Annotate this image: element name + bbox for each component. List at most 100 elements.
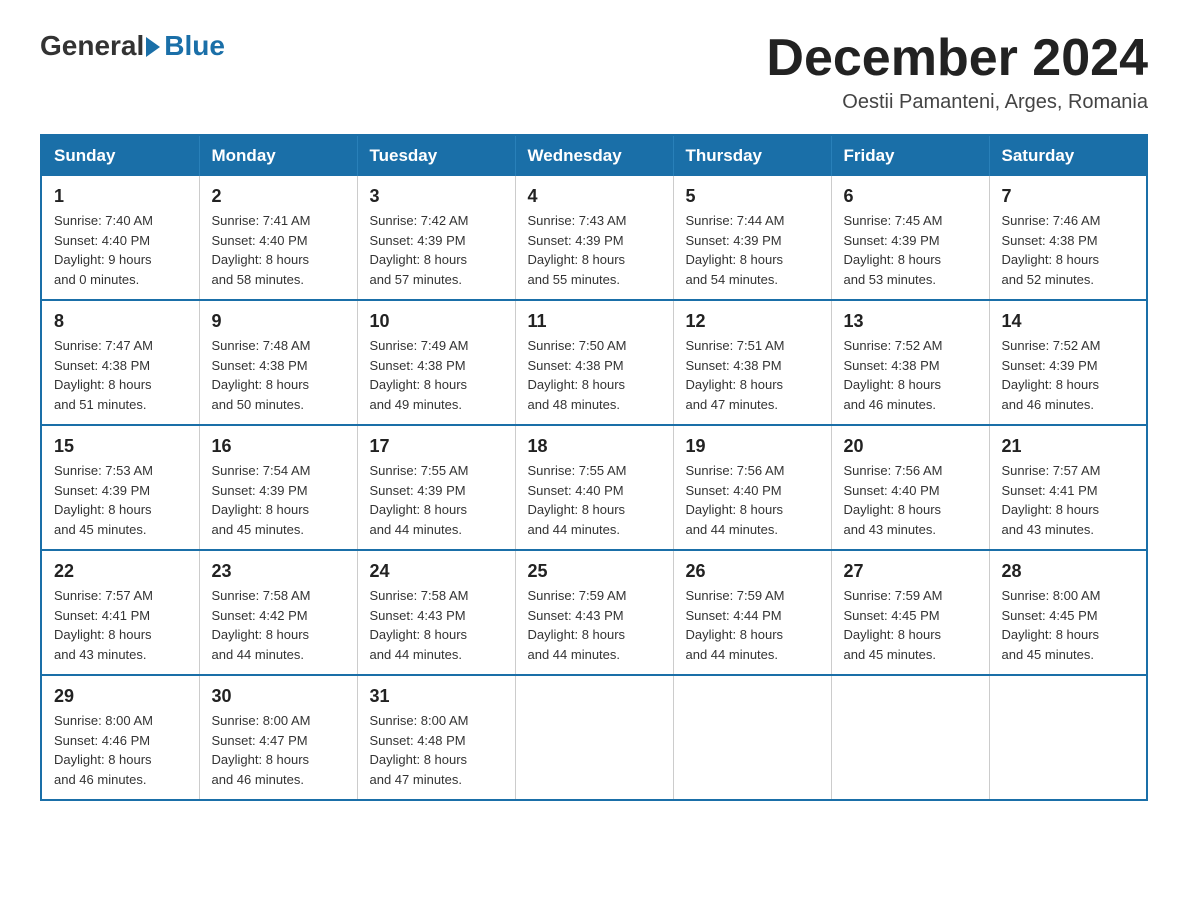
calendar-cell: 17 Sunrise: 7:55 AMSunset: 4:39 PMDaylig… (357, 425, 515, 550)
calendar-cell: 30 Sunrise: 8:00 AMSunset: 4:47 PMDaylig… (199, 675, 357, 800)
day-info: Sunrise: 7:42 AMSunset: 4:39 PMDaylight:… (370, 211, 503, 289)
calendar-cell: 22 Sunrise: 7:57 AMSunset: 4:41 PMDaylig… (41, 550, 199, 675)
calendar-cell: 15 Sunrise: 7:53 AMSunset: 4:39 PMDaylig… (41, 425, 199, 550)
calendar-cell: 31 Sunrise: 8:00 AMSunset: 4:48 PMDaylig… (357, 675, 515, 800)
header-thursday: Thursday (673, 135, 831, 176)
day-info: Sunrise: 7:59 AMSunset: 4:45 PMDaylight:… (844, 586, 977, 664)
calendar-cell (989, 675, 1147, 800)
calendar-cell: 5 Sunrise: 7:44 AMSunset: 4:39 PMDayligh… (673, 176, 831, 300)
day-number: 6 (844, 186, 977, 207)
calendar-cell: 2 Sunrise: 7:41 AMSunset: 4:40 PMDayligh… (199, 176, 357, 300)
day-number: 26 (686, 561, 819, 582)
day-info: Sunrise: 7:58 AMSunset: 4:43 PMDaylight:… (370, 586, 503, 664)
day-number: 18 (528, 436, 661, 457)
calendar-cell: 21 Sunrise: 7:57 AMSunset: 4:41 PMDaylig… (989, 425, 1147, 550)
logo: General Blue (40, 30, 225, 62)
day-number: 17 (370, 436, 503, 457)
day-info: Sunrise: 7:57 AMSunset: 4:41 PMDaylight:… (54, 586, 187, 664)
day-number: 2 (212, 186, 345, 207)
day-info: Sunrise: 8:00 AMSunset: 4:46 PMDaylight:… (54, 711, 187, 789)
logo-general-text: General (40, 30, 144, 62)
day-number: 16 (212, 436, 345, 457)
day-info: Sunrise: 8:00 AMSunset: 4:47 PMDaylight:… (212, 711, 345, 789)
day-number: 20 (844, 436, 977, 457)
header-sunday: Sunday (41, 135, 199, 176)
day-info: Sunrise: 8:00 AMSunset: 4:48 PMDaylight:… (370, 711, 503, 789)
day-info: Sunrise: 7:52 AMSunset: 4:38 PMDaylight:… (844, 336, 977, 414)
calendar-cell: 11 Sunrise: 7:50 AMSunset: 4:38 PMDaylig… (515, 300, 673, 425)
day-number: 8 (54, 311, 187, 332)
month-title: December 2024 (766, 30, 1148, 87)
calendar-table: SundayMondayTuesdayWednesdayThursdayFrid… (40, 134, 1148, 801)
week-row-1: 1 Sunrise: 7:40 AMSunset: 4:40 PMDayligh… (41, 176, 1147, 300)
day-info: Sunrise: 7:43 AMSunset: 4:39 PMDaylight:… (528, 211, 661, 289)
calendar-cell: 24 Sunrise: 7:58 AMSunset: 4:43 PMDaylig… (357, 550, 515, 675)
day-number: 14 (1002, 311, 1135, 332)
day-number: 29 (54, 686, 187, 707)
day-number: 19 (686, 436, 819, 457)
day-number: 9 (212, 311, 345, 332)
day-info: Sunrise: 8:00 AMSunset: 4:45 PMDaylight:… (1002, 586, 1135, 664)
header-tuesday: Tuesday (357, 135, 515, 176)
calendar-cell: 10 Sunrise: 7:49 AMSunset: 4:38 PMDaylig… (357, 300, 515, 425)
calendar-cell: 1 Sunrise: 7:40 AMSunset: 4:40 PMDayligh… (41, 176, 199, 300)
calendar-cell (515, 675, 673, 800)
day-number: 27 (844, 561, 977, 582)
day-info: Sunrise: 7:47 AMSunset: 4:38 PMDaylight:… (54, 336, 187, 414)
day-info: Sunrise: 7:58 AMSunset: 4:42 PMDaylight:… (212, 586, 345, 664)
calendar-cell: 9 Sunrise: 7:48 AMSunset: 4:38 PMDayligh… (199, 300, 357, 425)
day-number: 28 (1002, 561, 1135, 582)
header-monday: Monday (199, 135, 357, 176)
day-info: Sunrise: 7:46 AMSunset: 4:38 PMDaylight:… (1002, 211, 1135, 289)
day-info: Sunrise: 7:59 AMSunset: 4:44 PMDaylight:… (686, 586, 819, 664)
day-number: 25 (528, 561, 661, 582)
day-number: 5 (686, 186, 819, 207)
calendar-cell: 19 Sunrise: 7:56 AMSunset: 4:40 PMDaylig… (673, 425, 831, 550)
day-number: 15 (54, 436, 187, 457)
header-friday: Friday (831, 135, 989, 176)
day-number: 4 (528, 186, 661, 207)
calendar-cell: 23 Sunrise: 7:58 AMSunset: 4:42 PMDaylig… (199, 550, 357, 675)
logo-blue-text: Blue (164, 30, 225, 62)
day-number: 10 (370, 311, 503, 332)
header-wednesday: Wednesday (515, 135, 673, 176)
calendar-cell: 4 Sunrise: 7:43 AMSunset: 4:39 PMDayligh… (515, 176, 673, 300)
day-info: Sunrise: 7:56 AMSunset: 4:40 PMDaylight:… (844, 461, 977, 539)
day-info: Sunrise: 7:54 AMSunset: 4:39 PMDaylight:… (212, 461, 345, 539)
day-info: Sunrise: 7:48 AMSunset: 4:38 PMDaylight:… (212, 336, 345, 414)
calendar-cell: 3 Sunrise: 7:42 AMSunset: 4:39 PMDayligh… (357, 176, 515, 300)
day-number: 30 (212, 686, 345, 707)
day-info: Sunrise: 7:52 AMSunset: 4:39 PMDaylight:… (1002, 336, 1135, 414)
day-number: 3 (370, 186, 503, 207)
day-info: Sunrise: 7:59 AMSunset: 4:43 PMDaylight:… (528, 586, 661, 664)
calendar-cell: 29 Sunrise: 8:00 AMSunset: 4:46 PMDaylig… (41, 675, 199, 800)
week-row-3: 15 Sunrise: 7:53 AMSunset: 4:39 PMDaylig… (41, 425, 1147, 550)
calendar-cell: 25 Sunrise: 7:59 AMSunset: 4:43 PMDaylig… (515, 550, 673, 675)
day-number: 13 (844, 311, 977, 332)
day-number: 23 (212, 561, 345, 582)
calendar-cell: 14 Sunrise: 7:52 AMSunset: 4:39 PMDaylig… (989, 300, 1147, 425)
day-number: 31 (370, 686, 503, 707)
calendar-cell: 27 Sunrise: 7:59 AMSunset: 4:45 PMDaylig… (831, 550, 989, 675)
day-number: 22 (54, 561, 187, 582)
calendar-cell: 16 Sunrise: 7:54 AMSunset: 4:39 PMDaylig… (199, 425, 357, 550)
day-number: 1 (54, 186, 187, 207)
day-info: Sunrise: 7:56 AMSunset: 4:40 PMDaylight:… (686, 461, 819, 539)
calendar-cell: 6 Sunrise: 7:45 AMSunset: 4:39 PMDayligh… (831, 176, 989, 300)
page-header: General Blue December 2024 Oestii Pamant… (40, 30, 1148, 114)
day-info: Sunrise: 7:41 AMSunset: 4:40 PMDaylight:… (212, 211, 345, 289)
calendar-cell: 8 Sunrise: 7:47 AMSunset: 4:38 PMDayligh… (41, 300, 199, 425)
day-number: 7 (1002, 186, 1135, 207)
header-saturday: Saturday (989, 135, 1147, 176)
day-info: Sunrise: 7:55 AMSunset: 4:40 PMDaylight:… (528, 461, 661, 539)
location-text: Oestii Pamanteni, Arges, Romania (766, 91, 1148, 114)
day-number: 21 (1002, 436, 1135, 457)
calendar-cell: 7 Sunrise: 7:46 AMSunset: 4:38 PMDayligh… (989, 176, 1147, 300)
day-info: Sunrise: 7:57 AMSunset: 4:41 PMDaylight:… (1002, 461, 1135, 539)
calendar-cell: 20 Sunrise: 7:56 AMSunset: 4:40 PMDaylig… (831, 425, 989, 550)
day-info: Sunrise: 7:44 AMSunset: 4:39 PMDaylight:… (686, 211, 819, 289)
calendar-cell: 12 Sunrise: 7:51 AMSunset: 4:38 PMDaylig… (673, 300, 831, 425)
day-info: Sunrise: 7:53 AMSunset: 4:39 PMDaylight:… (54, 461, 187, 539)
calendar-cell (831, 675, 989, 800)
day-number: 12 (686, 311, 819, 332)
